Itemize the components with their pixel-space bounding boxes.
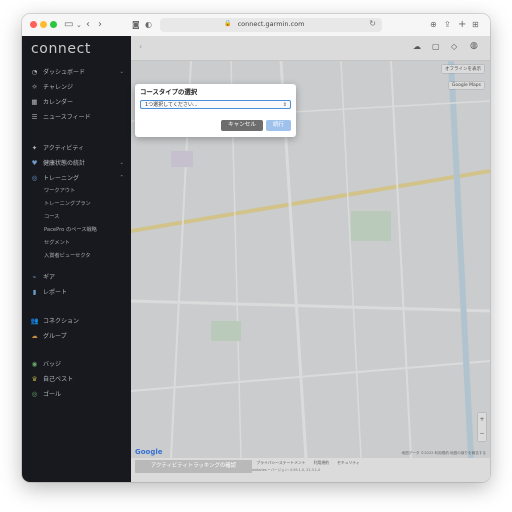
forward-icon[interactable]: › [98,18,102,32]
new-tab-icon[interactable]: + [458,18,466,32]
share-icon[interactable]: ⇪ [444,18,451,32]
dialog-title: コースタイプの選択 [140,88,198,96]
close-window-button[interactable] [30,21,37,28]
tab-overview-icon[interactable]: ⊞ [472,18,479,32]
continue-button[interactable]: 続行 [266,120,291,131]
download-icon[interactable]: ⊕ [430,18,437,32]
course-type-dialog: コースタイプの選択 1つ選択してください... ⇕ キャンセル 続行 [135,84,296,137]
browser-toolbar: ▭ ⌄ ‹ › ◙ ◐ 🔒 connect.garmin.com ↻ ⊕ ⇪ +… [22,14,490,37]
privacy-icon[interactable]: ◐ [145,18,152,32]
activity-tracking-button[interactable]: アクティビティトラッキングの確認 [135,460,252,473]
sidebar-toggle-icon[interactable]: ▭ [64,18,73,32]
address-bar[interactable]: 🔒 connect.garmin.com ↻ [160,18,382,32]
select-value: 1つ選択してください... [145,102,198,108]
browser-window: ▭ ⌄ ‹ › ◙ ◐ 🔒 connect.garmin.com ↻ ⊕ ⇪ +… [22,14,490,482]
course-type-select[interactable]: 1つ選択してください... ⇕ [140,100,291,109]
minimize-window-button[interactable] [40,21,47,28]
cancel-button[interactable]: キャンセル [221,120,263,131]
reload-icon[interactable]: ↻ [369,19,376,28]
shield-icon[interactable]: ◙ [132,18,140,32]
chevron-updown-icon: ⇕ [282,102,287,108]
url-text: connect.garmin.com [237,20,305,28]
chevron-down-icon[interactable]: ⌄ [76,18,82,32]
back-icon[interactable]: ‹ [86,18,90,32]
zoom-window-button[interactable] [50,21,57,28]
